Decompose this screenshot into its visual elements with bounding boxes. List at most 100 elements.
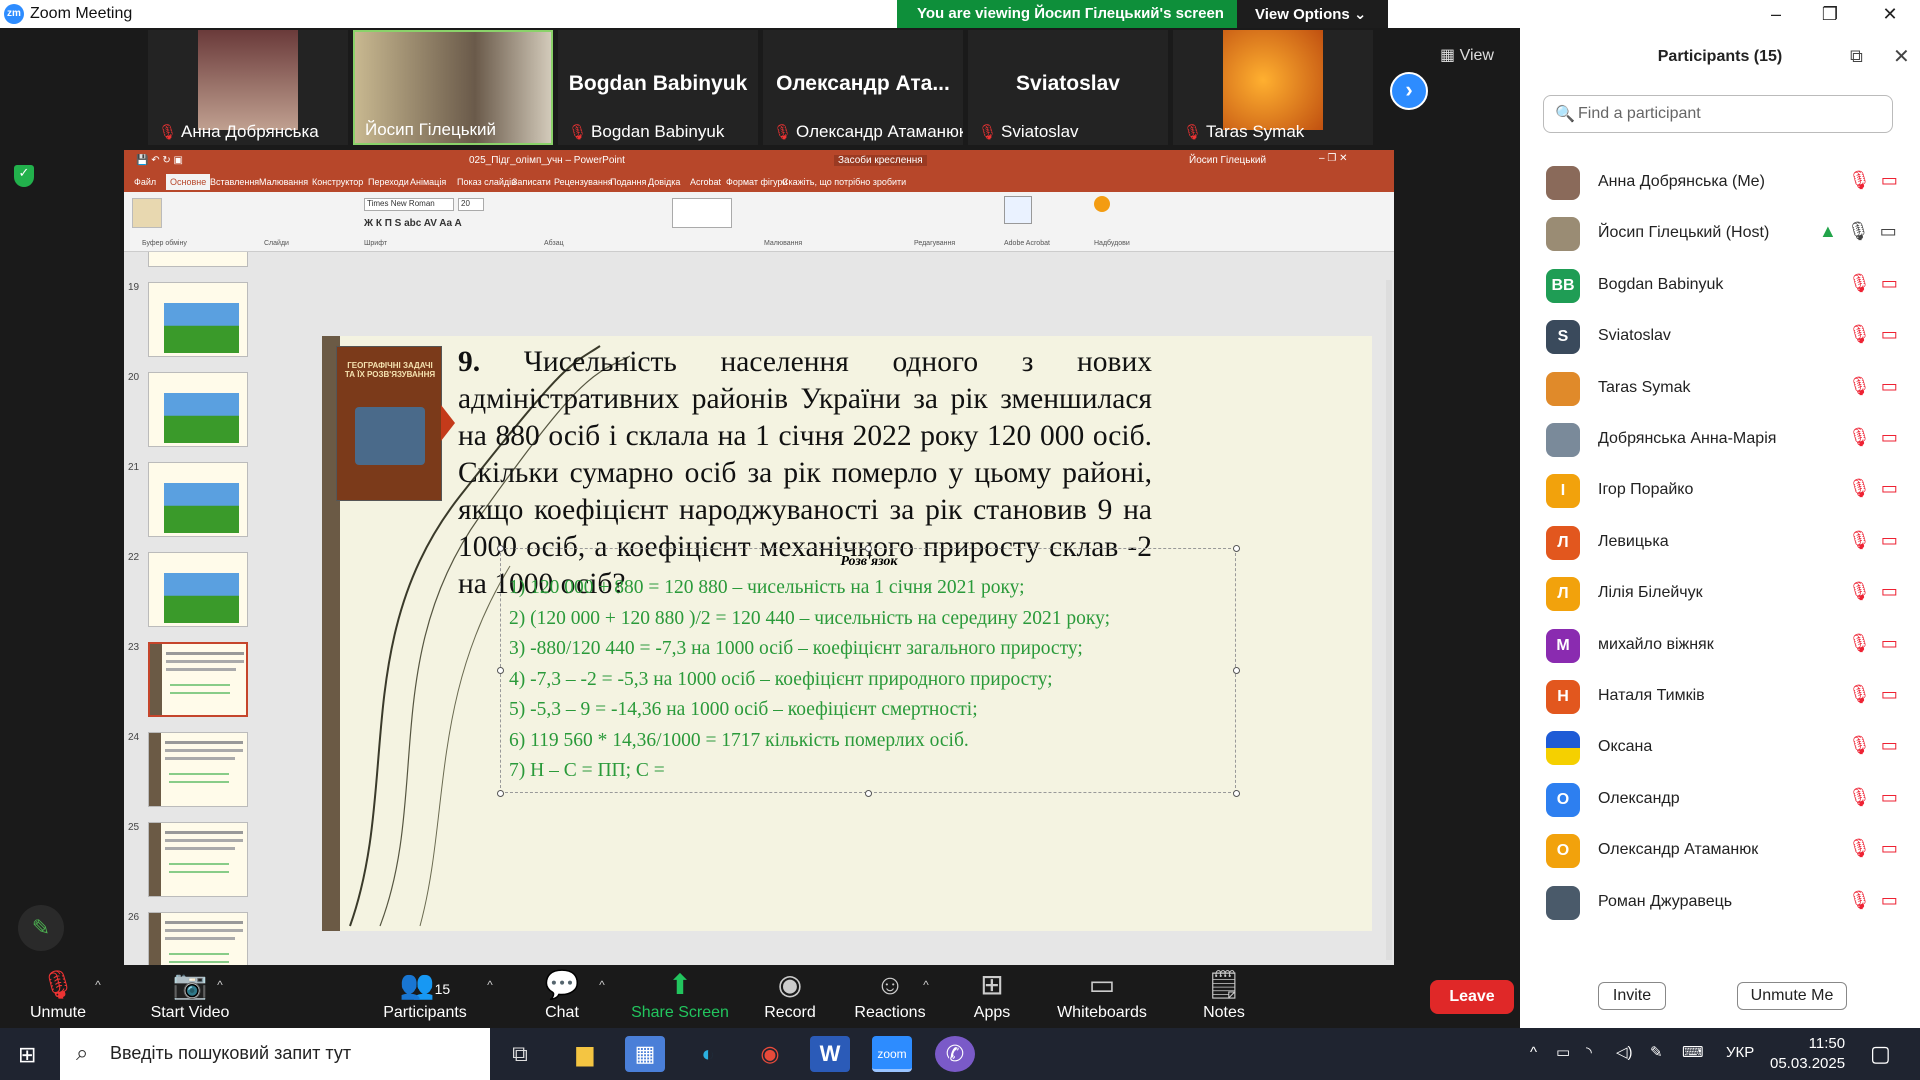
participant-row[interactable]: Оксана 🎙▭ — [1520, 723, 1920, 774]
audio-options-chevron-icon[interactable]: ^ — [88, 978, 108, 992]
slide-thumbnail[interactable] — [148, 822, 248, 897]
participant-row[interactable]: Йосип Гілецький (Host) ▲🎙▭ — [1520, 209, 1920, 260]
ppt-tab[interactable]: Основне — [166, 174, 211, 190]
close-icon[interactable]: ✕ — [1862, 0, 1918, 28]
ppt-scrollbar[interactable] — [1386, 280, 1392, 960]
participant-row[interactable]: Л Левицька 🎙▭ — [1520, 518, 1920, 569]
chat-options-chevron-icon[interactable]: ^ — [592, 978, 612, 992]
resize-handle[interactable] — [865, 545, 872, 552]
participant-row[interactable]: Н Наталя Тимків 🎙▭ — [1520, 672, 1920, 723]
tell-me-search[interactable]: Скажіть, що потрібно зробити — [782, 177, 906, 187]
ppt-tab[interactable]: Довідка — [648, 177, 680, 187]
unmute-me-button[interactable]: Unmute Me — [1737, 982, 1847, 1010]
slide-thumbnail[interactable] — [148, 252, 248, 267]
chrome-icon[interactable]: ◉ — [750, 1036, 790, 1072]
calculator-icon[interactable]: ▦ — [625, 1036, 665, 1072]
slide-thumbnail[interactable] — [148, 372, 248, 447]
video-options-chevron-icon[interactable]: ^ — [210, 978, 230, 992]
ppt-tab[interactable]: Рецензування — [554, 177, 613, 187]
task-view-icon[interactable]: ⧉ — [500, 1036, 540, 1072]
video-tile-taras[interactable]: 🎙 Taras Symak — [1173, 30, 1373, 145]
slide-thumbnail[interactable] — [148, 912, 248, 965]
zoom-icon[interactable]: zoom — [872, 1036, 912, 1072]
reactions-button[interactable]: ☺ Reactions — [848, 968, 932, 1022]
slide-thumbnail[interactable] — [148, 732, 248, 807]
popout-icon[interactable]: ⧉ — [1850, 46, 1863, 67]
resize-handle[interactable] — [1233, 667, 1240, 674]
slide-thumbnail[interactable] — [148, 462, 248, 537]
ppt-window-controls[interactable]: – ❐ ✕ — [1319, 153, 1347, 164]
tray-up-icon[interactable]: ^ — [1530, 1044, 1537, 1061]
windows-start-icon[interactable]: ⊞ — [18, 1042, 36, 1068]
slide-thumbnail[interactable] — [148, 642, 248, 717]
annotate-pen-icon[interactable]: ✎ — [18, 905, 64, 951]
next-page-arrow-icon[interactable]: › — [1390, 72, 1428, 110]
participants-button[interactable]: 👥15 Participants — [380, 968, 470, 1022]
slide-thumbnail[interactable] — [148, 552, 248, 627]
adobe-pdf-icon[interactable] — [1004, 196, 1032, 224]
ppt-tab[interactable]: Записати — [512, 177, 551, 187]
file-explorer-icon[interactable]: ▆ — [565, 1036, 605, 1072]
battery-icon[interactable]: ▭ — [1556, 1043, 1570, 1061]
font-size-select[interactable]: 20 — [458, 198, 484, 211]
pen-icon[interactable]: ✎ — [1650, 1043, 1663, 1061]
unmute-button[interactable]: 🎙 Unmute — [20, 968, 96, 1022]
close-panel-icon[interactable]: ✕ — [1893, 44, 1910, 69]
participants-options-chevron-icon[interactable]: ^ — [480, 978, 500, 992]
notes-button[interactable]: 🗒 Notes — [1194, 968, 1254, 1022]
minimize-icon[interactable]: – — [1748, 0, 1804, 28]
ppt-tab[interactable]: Подання — [610, 177, 646, 187]
start-video-button[interactable]: 📷 Start Video — [130, 968, 250, 1022]
participant-row[interactable]: S Sviatoslav 🎙▭ — [1520, 312, 1920, 363]
ppt-tab[interactable]: Формат фігури — [726, 177, 788, 187]
keyboard-icon[interactable]: ⌨ — [1682, 1043, 1704, 1061]
ppt-tab[interactable]: Анімація — [410, 177, 446, 187]
participant-row[interactable]: Анна Добрянська (Me) 🎙▭ — [1520, 158, 1920, 209]
invite-button[interactable]: Invite — [1598, 982, 1666, 1010]
quick-access-icons[interactable]: 💾 ↶ ↻ ▣ — [136, 155, 183, 166]
participant-row[interactable]: Л Лілія Білейчук 🎙▭ — [1520, 569, 1920, 620]
apps-button[interactable]: ⊞ Apps — [962, 968, 1022, 1022]
word-icon[interactable]: W — [810, 1036, 850, 1072]
volume-icon[interactable]: ◁) — [1616, 1043, 1633, 1061]
shapes-gallery[interactable] — [672, 198, 732, 228]
participant-row[interactable]: Ммихайло віжняк 🎙▭ — [1520, 621, 1920, 672]
ppt-tab[interactable]: Показ слайдів — [457, 177, 516, 187]
ppt-tab[interactable]: Переходи — [368, 177, 409, 187]
participant-row[interactable]: О Олександр Атаманюк 🎙▭ — [1520, 826, 1920, 877]
video-tile-anna[interactable]: 🎙 Анна Добрянська — [148, 30, 348, 145]
addins-icon[interactable] — [1094, 196, 1110, 212]
share-screen-button[interactable]: ⬆ Share Screen — [628, 968, 732, 1022]
video-tile-bogdan[interactable]: Bogdan Babinyuk 🎙 Bogdan Babinyuk — [558, 30, 758, 145]
solution-textbox[interactable]: Розв'язок 1) 120 000 + 880 = 120 880 – ч… — [497, 545, 1240, 797]
ppt-tab[interactable]: Конструктор — [312, 177, 363, 187]
leave-button[interactable]: Leave — [1430, 980, 1514, 1014]
reactions-options-chevron-icon[interactable]: ^ — [916, 978, 936, 992]
ppt-tab[interactable]: Файл — [134, 177, 156, 187]
participant-row[interactable]: BB Bogdan Babinyuk 🎙▭ — [1520, 261, 1920, 312]
resize-handle[interactable] — [497, 667, 504, 674]
taskbar-search-input[interactable]: ⌕ Введіть пошуковий запит тут — [60, 1028, 490, 1080]
edge-icon[interactable]: ◐ — [688, 1036, 728, 1072]
ppt-tab[interactable]: Малювання — [259, 177, 308, 187]
resize-handle[interactable] — [497, 545, 504, 552]
network-icon[interactable]: ◝ — [1586, 1043, 1592, 1061]
clock[interactable]: 11:50 05.03.2025 — [1770, 1034, 1845, 1074]
font-format-buttons[interactable]: Ж К П S abc AV Aa A — [364, 218, 462, 229]
participant-row[interactable]: Роман Джуравець 🎙▭ — [1520, 878, 1920, 929]
participant-row[interactable]: Добрянська Анна-Марія 🎙▭ — [1520, 415, 1920, 466]
video-tile-sviatoslav[interactable]: Sviatoslav 🎙 Sviatoslav — [968, 30, 1168, 145]
participant-row[interactable]: Taras Symak 🎙▭ — [1520, 364, 1920, 415]
resize-handle[interactable] — [1233, 790, 1240, 797]
whiteboards-button[interactable]: ▭ Whiteboards — [1052, 968, 1152, 1022]
ppt-tab[interactable]: Acrobat — [690, 177, 721, 187]
ppt-tab[interactable]: Вставлення — [210, 177, 259, 187]
participant-search-input[interactable]: 🔍 Find a participant — [1543, 95, 1893, 133]
video-tile-oleksandr[interactable]: Олександр Ата... 🎙 Олександр Атаманюк — [763, 30, 963, 145]
record-button[interactable]: ◉ Record — [754, 968, 826, 1022]
language-indicator[interactable]: УКР — [1726, 1044, 1754, 1061]
slide-thumbnail[interactable] — [148, 282, 248, 357]
view-button[interactable]: ▦ View — [1440, 45, 1494, 65]
resize-handle[interactable] — [865, 790, 872, 797]
encryption-shield-icon[interactable]: ✓ — [14, 165, 34, 187]
